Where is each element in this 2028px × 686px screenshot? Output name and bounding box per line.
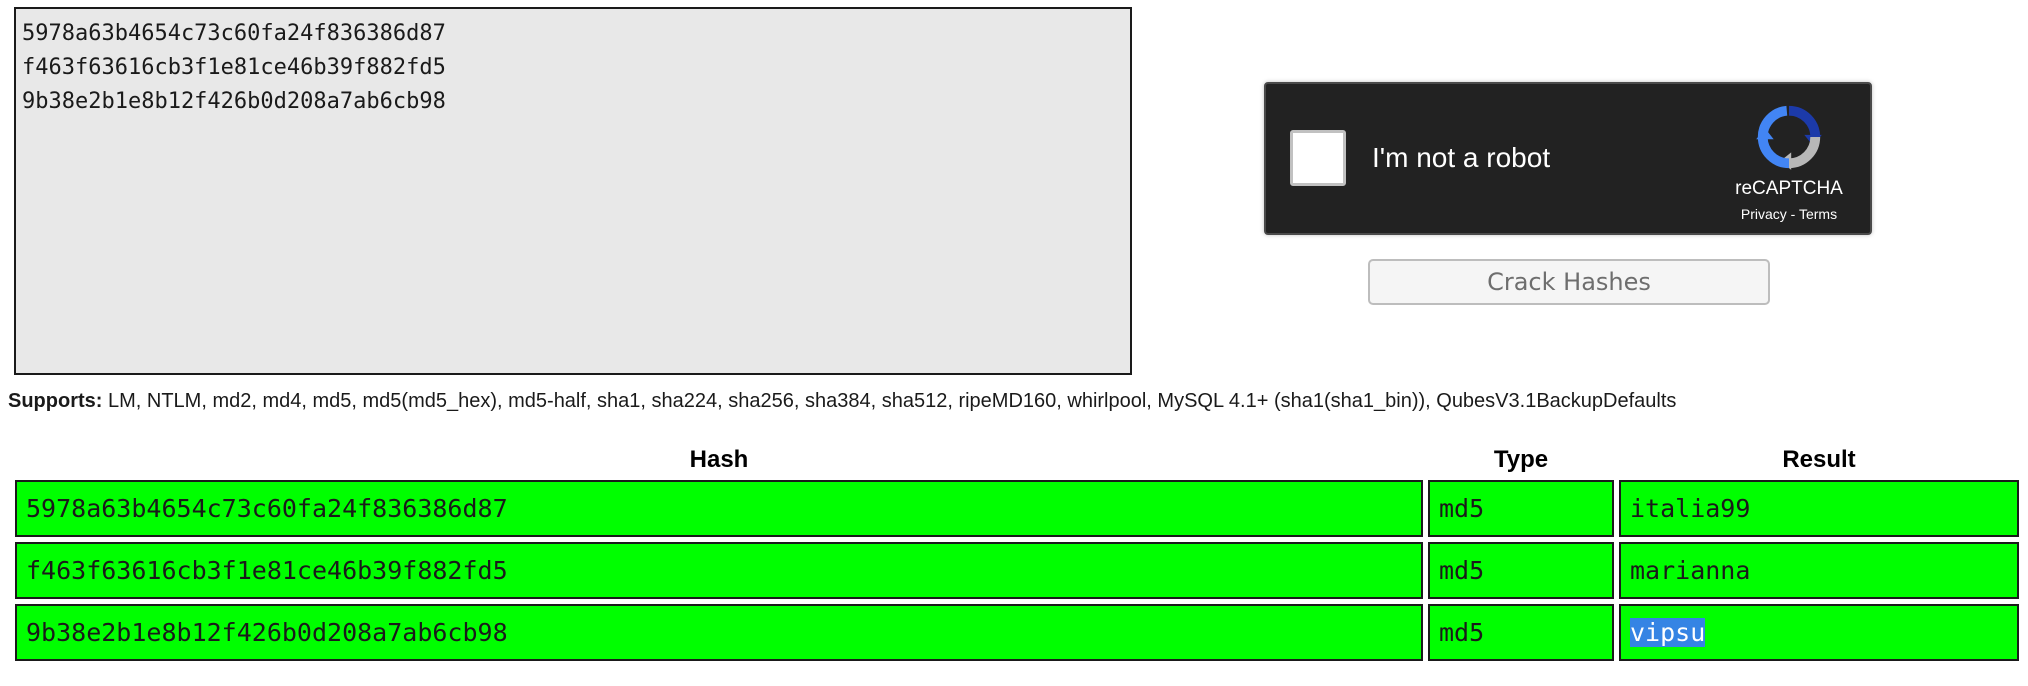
type-cell: md5 (1428, 542, 1614, 599)
results-table: Hash Type Result 5978a63b4654c73c60fa24f… (10, 440, 2024, 666)
results-header-row: Hash Type Result (15, 445, 2019, 475)
hash-cell: f463f63616cb3f1e81ce46b39f882fd5 (15, 542, 1423, 599)
selected-result-text: vipsu (1630, 618, 1706, 647)
recaptcha-brand: reCAPTCHA (1735, 178, 1843, 199)
recaptcha-checkbox[interactable] (1290, 130, 1346, 186)
supports-algorithms: LM, NTLM, md2, md4, md5, md5(md5_hex), m… (102, 390, 1677, 412)
crack-hashes-button[interactable]: Crack Hashes (1368, 259, 1770, 305)
recaptcha-label: I'm not a robot (1372, 142, 1551, 173)
hash-cell: 9b38e2b1e8b12f426b0d208a7ab6cb98 (15, 604, 1423, 661)
type-cell: md5 (1428, 480, 1614, 537)
type-cell: md5 (1428, 604, 1614, 661)
result-cell: marianna (1619, 542, 2019, 599)
supports-line: Supports: LM, NTLM, md2, md4, md5, md5(m… (8, 390, 2020, 413)
recaptcha-links: Privacy - Terms (1716, 206, 1862, 222)
column-header-type: Type (1493, 446, 1549, 473)
recaptcha-privacy-link[interactable]: Privacy (1741, 206, 1787, 222)
table-row: f463f63616cb3f1e81ce46b39f882fd5 md5 mar… (15, 542, 2019, 599)
column-header-result: Result (1782, 446, 1856, 473)
result-cell: vipsu (1619, 604, 2019, 661)
column-header-hash: Hash (689, 446, 749, 473)
recaptcha-terms-link[interactable]: Terms (1799, 206, 1837, 222)
hash-input[interactable]: 5978a63b4654c73c60fa24f836386d87 f463f63… (14, 7, 1132, 375)
recaptcha-logo-icon (1756, 105, 1822, 170)
recaptcha-widget: I'm not a robot reCAPTCHA Privacy - Term… (1264, 82, 1872, 235)
supports-label: Supports: (8, 390, 103, 412)
table-row: 5978a63b4654c73c60fa24f836386d87 md5 ita… (15, 480, 2019, 537)
recaptcha-links-separator: - (1786, 206, 1799, 222)
result-cell: italia99 (1619, 480, 2019, 537)
table-row: 9b38e2b1e8b12f426b0d208a7ab6cb98 md5 vip… (15, 604, 2019, 661)
hash-cell: 5978a63b4654c73c60fa24f836386d87 (15, 480, 1423, 537)
